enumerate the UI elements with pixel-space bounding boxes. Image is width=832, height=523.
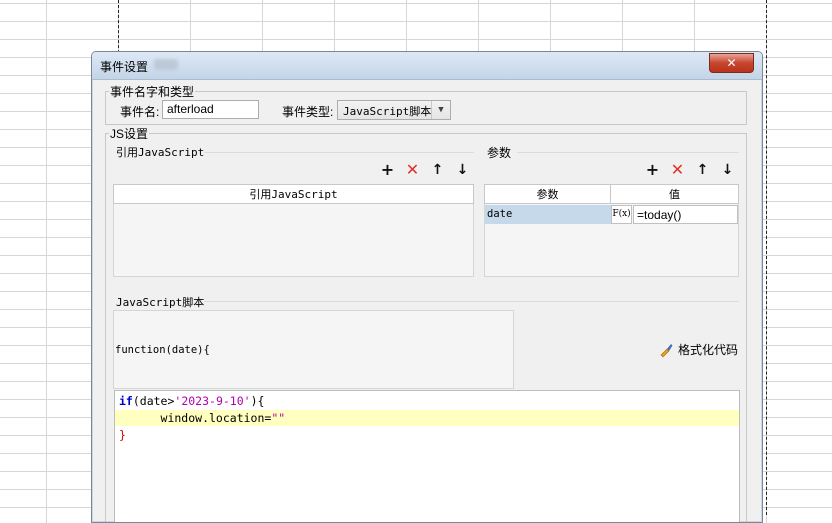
event-type-select[interactable]: JavaScript脚本 ▼ bbox=[337, 100, 451, 120]
code-string: "" bbox=[271, 411, 286, 425]
params-column-param[interactable]: 参数 bbox=[484, 184, 611, 204]
code-line-3: } bbox=[119, 428, 126, 442]
params-label: 参数 bbox=[487, 146, 512, 160]
ref-js-label: 引用JavaScript bbox=[116, 146, 205, 159]
arrow-up-icon[interactable]: ↑ bbox=[694, 162, 711, 178]
arrow-down-icon[interactable]: ↓ bbox=[454, 162, 471, 178]
js-group-legend: JS设置 bbox=[109, 125, 150, 142]
add-icon[interactable]: + bbox=[379, 162, 396, 178]
dialog-title-blurred-suffix bbox=[154, 59, 178, 70]
code-token: window.location= bbox=[119, 411, 272, 425]
code-line-2: window.location="" bbox=[119, 410, 286, 426]
code-token: (date> bbox=[132, 394, 175, 408]
broom-icon bbox=[660, 343, 673, 357]
ref-js-separator bbox=[204, 152, 474, 153]
add-icon[interactable]: + bbox=[644, 162, 661, 178]
param-value-cell[interactable]: =today() bbox=[633, 205, 738, 224]
params-column-value[interactable]: 值 bbox=[610, 184, 739, 204]
event-group-legend: 事件名字和类型 bbox=[109, 83, 196, 100]
ref-js-column-header[interactable]: 引用JavaScript bbox=[113, 184, 474, 204]
event-settings-dialog: 事件设置 ✕ 事件名字和类型 事件名: afterload 事件类型: Java… bbox=[91, 51, 763, 523]
js-script-label: JavaScript脚本 bbox=[116, 296, 205, 309]
chevron-down-icon: ▼ bbox=[431, 101, 450, 119]
event-name-label: 事件名: bbox=[120, 105, 160, 119]
code-line-1: if(date>'2023-9-10'){ bbox=[119, 393, 264, 409]
code-token: ){ bbox=[250, 394, 265, 408]
format-code-label: 格式化代码 bbox=[678, 343, 739, 357]
code-string: '2023-9-10' bbox=[174, 394, 251, 408]
ref-js-toolbar: + ✕ ↑ ↓ bbox=[379, 162, 471, 179]
js-script-separator bbox=[204, 301, 739, 302]
dialog-title: 事件设置 bbox=[100, 60, 149, 74]
delete-icon[interactable]: ✕ bbox=[404, 162, 421, 178]
event-name-input[interactable]: afterload bbox=[162, 100, 259, 119]
dialog-titlebar[interactable]: 事件设置 ✕ bbox=[92, 52, 762, 80]
close-button[interactable]: ✕ bbox=[709, 53, 754, 73]
delete-icon[interactable]: ✕ bbox=[669, 162, 686, 178]
formula-icon[interactable]: F(x) bbox=[611, 205, 632, 224]
close-icon: ✕ bbox=[726, 56, 737, 70]
format-code-button[interactable]: 格式化代码 bbox=[658, 341, 738, 358]
event-type-value: JavaScript脚本 bbox=[343, 105, 432, 118]
params-toolbar: + ✕ ↑ ↓ bbox=[644, 162, 736, 179]
params-separator bbox=[517, 152, 739, 153]
event-type-label: 事件类型: bbox=[282, 105, 334, 119]
param-name-cell[interactable]: date bbox=[485, 205, 611, 224]
page-break-line-right bbox=[766, 0, 767, 515]
arrow-down-icon[interactable]: ↓ bbox=[719, 162, 736, 178]
code-editor[interactable]: if(date>'2023-9-10'){ window.location=""… bbox=[114, 390, 740, 522]
code-keyword-if: if bbox=[119, 394, 133, 408]
function-signature: function(date){ bbox=[115, 344, 210, 356]
arrow-up-icon[interactable]: ↑ bbox=[429, 162, 446, 178]
